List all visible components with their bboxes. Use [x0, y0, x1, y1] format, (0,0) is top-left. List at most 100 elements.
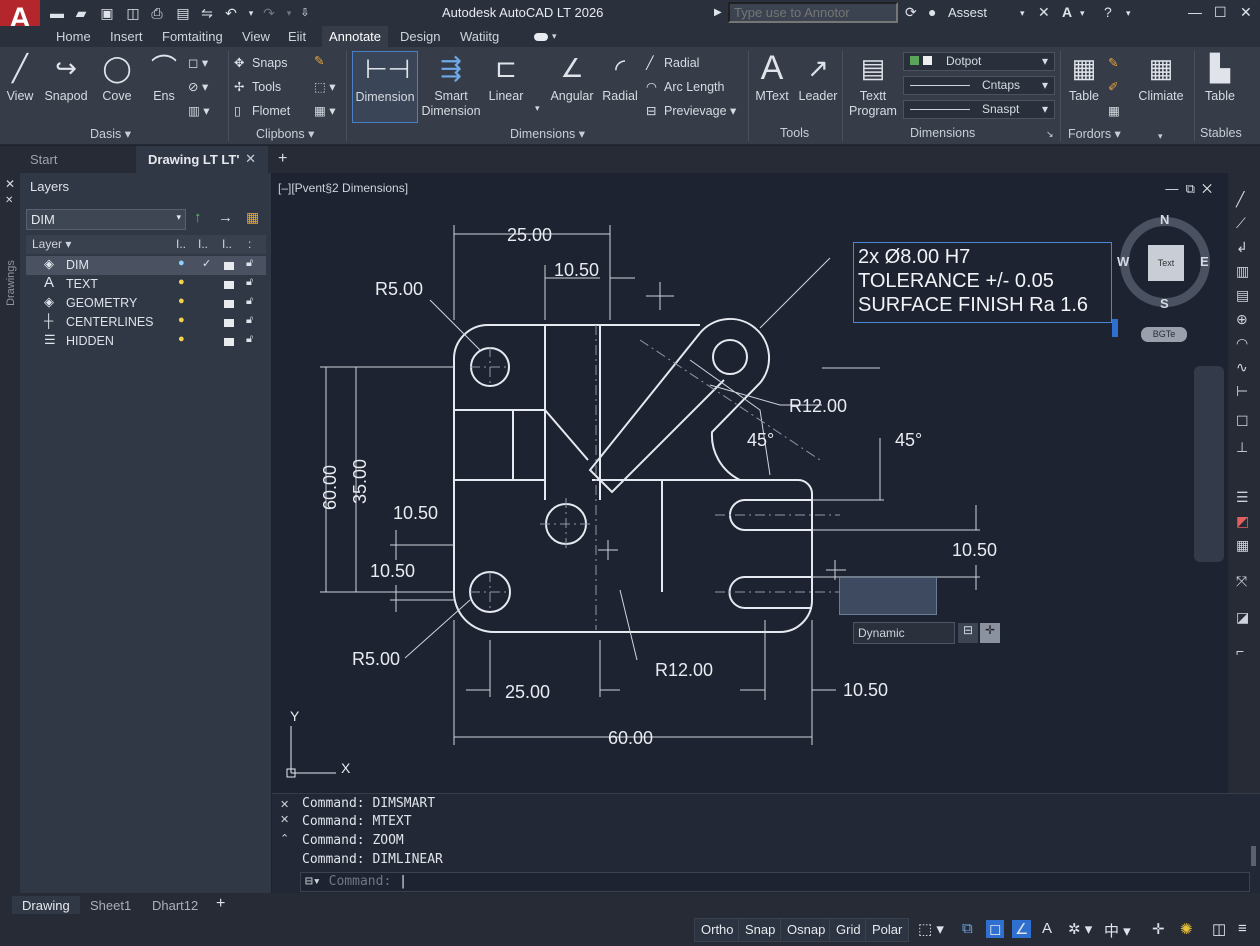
- lock-icon[interactable]: 🔓︎: [246, 295, 253, 308]
- dim-text[interactable]: R5.00: [352, 649, 400, 669]
- osnap-toggle[interactable]: Osnap: [780, 918, 833, 942]
- linear-dropdown-icon[interactable]: ▾: [535, 103, 540, 114]
- plot-icon[interactable]: [224, 300, 234, 308]
- compass-s[interactable]: S: [1160, 296, 1169, 311]
- trim-icon[interactable]: ⌐: [1236, 643, 1244, 659]
- dim-text[interactable]: 10.50: [393, 503, 438, 523]
- compass-n[interactable]: N: [1160, 212, 1169, 227]
- linear-button[interactable]: ⊏ Linear: [484, 51, 528, 103]
- scale-icon[interactable]: ✲ ▾: [1068, 920, 1092, 938]
- dim-icon[interactable]: ⊢: [1236, 383, 1248, 400]
- toggle-dropdown-icon[interactable]: ▾: [552, 31, 557, 42]
- block-icon[interactable]: ☐: [1236, 413, 1249, 430]
- view-button[interactable]: ╱ View: [0, 51, 40, 103]
- plot-icon[interactable]: [224, 281, 234, 289]
- tools-group-title[interactable]: Tools: [780, 126, 809, 140]
- box-icon[interactable]: ⬚ ▾: [314, 79, 336, 94]
- angular-button[interactable]: ∠ Angular: [546, 51, 598, 103]
- layer-row[interactable]: ┼ CENTERLINES ● 🔓︎: [26, 313, 266, 332]
- snap-toggle[interactable]: Snap: [738, 918, 783, 942]
- draw-group-title[interactable]: Dasis ▾: [90, 126, 131, 141]
- plot-icon[interactable]: [224, 338, 234, 346]
- workspace-icon[interactable]: ⧉: [962, 920, 973, 937]
- lock-icon[interactable]: 🔓︎: [246, 257, 253, 270]
- lock-icon[interactable]: 🔓︎: [246, 333, 253, 346]
- dim-text[interactable]: 10.50: [952, 540, 997, 560]
- tab-view[interactable]: View: [242, 29, 270, 44]
- rect-icon[interactable]: ◻ ▾: [188, 55, 208, 70]
- toggle-icon[interactable]: [534, 33, 548, 41]
- tab-annotate[interactable]: Annotate: [322, 26, 388, 47]
- column-freeze[interactable]: I..: [198, 237, 208, 251]
- snaps-item[interactable]: ✥ Snaps: [234, 55, 287, 70]
- tab-model[interactable]: Drawing: [12, 896, 80, 915]
- dim-text[interactable]: 25.00: [507, 225, 552, 245]
- bulb-icon[interactable]: ●: [178, 257, 185, 269]
- lock-icon[interactable]: 🔓︎: [246, 314, 253, 327]
- viewcube-face[interactable]: Text: [1148, 245, 1184, 281]
- wcs-badge[interactable]: BGTe: [1141, 327, 1187, 342]
- hatch-icon[interactable]: ☰: [1236, 489, 1249, 506]
- tab-design[interactable]: Design: [400, 29, 440, 44]
- angle-icon[interactable]: ∠: [1012, 920, 1032, 938]
- account-dropdown-icon[interactable]: ▾: [1020, 8, 1025, 19]
- selection-icon[interactable]: ⬚ ▾: [918, 920, 944, 938]
- command-input[interactable]: ⊟▾ Command: |: [300, 872, 1250, 892]
- dim-text[interactable]: R12.00: [655, 660, 713, 680]
- scrollbar[interactable]: [1251, 846, 1256, 866]
- open-folder-icon[interactable]: ▰: [72, 4, 90, 22]
- layer-row[interactable]: ◈ DIM ● ✓ 🔓︎: [26, 256, 266, 275]
- paint-icon[interactable]: ✐: [1108, 79, 1118, 94]
- leader-button[interactable]: ↗ Leader: [796, 51, 840, 103]
- move-icon[interactable]: ✛: [980, 623, 1000, 643]
- crosshair-icon[interactable]: ✛: [1152, 920, 1165, 938]
- radial-small-item[interactable]: ╱ Radial: [646, 55, 699, 70]
- snapod-button[interactable]: ↪ Snapod: [42, 51, 90, 103]
- match-icon[interactable]: ⇋: [198, 4, 216, 22]
- close-icon[interactable]: ✕: [280, 813, 289, 826]
- compass-w[interactable]: W: [1117, 254, 1129, 269]
- right-arrow-icon[interactable]: →: [218, 209, 233, 226]
- style-dropdown-1[interactable]: Dotpot ▾: [903, 52, 1055, 71]
- launcher-icon[interactable]: ↘: [1046, 129, 1054, 140]
- bulb-icon[interactable]: ●: [178, 314, 185, 326]
- user-icon[interactable]: ●: [928, 4, 936, 20]
- refresh-icon[interactable]: ⟳: [905, 4, 917, 21]
- style-dropdown-2[interactable]: Cntaps ▾: [903, 76, 1055, 95]
- resize-handle[interactable]: [1112, 319, 1118, 337]
- fields-icon[interactable]: ▦: [1108, 103, 1120, 118]
- bulb-icon[interactable]: ●: [178, 276, 185, 288]
- dim-text[interactable]: 45°: [747, 430, 774, 450]
- font-dropdown-icon[interactable]: ▾: [1080, 8, 1085, 19]
- minimize-icon[interactable]: —: [1188, 4, 1202, 20]
- text-program-button[interactable]: ▤ Textt Program: [846, 51, 900, 119]
- plot-icon[interactable]: [224, 319, 234, 327]
- customize-icon[interactable]: ⇩: [296, 4, 314, 22]
- layer-row[interactable]: ☰ HIDDEN ● 🔓︎: [26, 332, 266, 351]
- polyline-icon[interactable]: ↲: [1236, 239, 1248, 256]
- polar-toggle[interactable]: Polar: [865, 918, 910, 942]
- lineweight-icon[interactable]: ◻: [986, 920, 1005, 938]
- account-label[interactable]: Assest: [948, 5, 987, 20]
- print-icon[interactable]: ⎙: [148, 4, 166, 22]
- brush-icon[interactable]: ✎: [1108, 55, 1118, 70]
- tab-home[interactable]: Home: [56, 29, 91, 44]
- compass-e[interactable]: E: [1200, 254, 1209, 269]
- new-file-icon[interactable]: ▬: [48, 4, 66, 22]
- dynamic-input-box[interactable]: [839, 577, 937, 615]
- circle-icon[interactable]: ⊕: [1236, 311, 1248, 328]
- command-menu-icon[interactable]: ⊟▾: [305, 874, 321, 889]
- new-tab-icon[interactable]: +: [278, 150, 287, 168]
- tab-sheet1[interactable]: Sheet1: [80, 896, 141, 915]
- isolate-icon[interactable]: ✺: [1180, 920, 1193, 938]
- add-layout-icon[interactable]: +: [206, 893, 235, 915]
- dim-group-title[interactable]: Dimensions ▾: [510, 126, 585, 141]
- stables-group-title[interactable]: Stables: [1200, 126, 1242, 140]
- help-icon[interactable]: ?: [1104, 4, 1112, 20]
- layer-row[interactable]: A TEXT ● 🔓︎: [26, 274, 266, 294]
- line-icon[interactable]: ╱: [1236, 191, 1244, 208]
- dim-text[interactable]: 10.50: [370, 561, 415, 581]
- column-lock[interactable]: I..: [222, 237, 232, 251]
- redo-icon[interactable]: ↷: [260, 4, 278, 22]
- undo-icon[interactable]: ↶: [222, 4, 240, 22]
